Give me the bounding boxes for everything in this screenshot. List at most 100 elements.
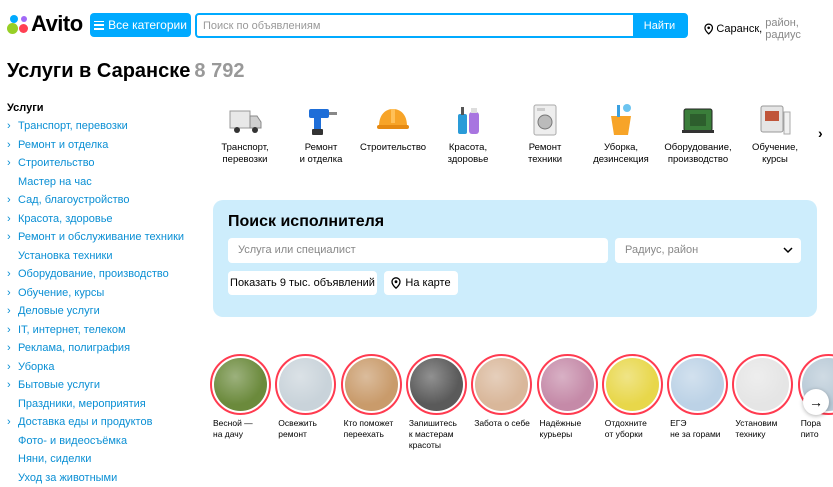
story-label-line: Освежить (278, 418, 317, 428)
category-tile[interactable]: Транспорт, перевозки (206, 102, 284, 166)
story-thumbnail (340, 354, 402, 415)
story-card[interactable]: Забота о себе (471, 354, 534, 429)
story-label: Запишитесь к мастерам красоты (406, 418, 469, 451)
category-tile[interactable]: Ремонт и отделка (282, 102, 360, 166)
sidebar-item[interactable]: › Ремонт и обслуживание техники (7, 228, 197, 247)
cosmetics-icon (450, 102, 486, 138)
chevron-right-icon: › (7, 342, 11, 354)
page-title: Услуги в Саранске 8 792 (7, 60, 244, 83)
sidebar-item-label: Доставка еды и продуктов (18, 416, 153, 428)
category-label-line: Обучение, (751, 142, 799, 153)
sidebar-item[interactable]: Установка техники (7, 247, 197, 266)
story-card[interactable]: Освежить ремонт (275, 354, 338, 440)
sidebar-item[interactable]: › Оборудование, производство (7, 265, 197, 284)
category-label: Транспорт, перевозки (206, 142, 284, 166)
story-thumbnail (471, 354, 533, 415)
category-tile[interactable]: Уборка, дезинсекция (582, 102, 660, 166)
sidebar-item[interactable]: Мастер на час (7, 173, 197, 192)
service-input[interactable]: Услуга или специалист (228, 238, 608, 263)
category-label: Оборудование, производство (659, 142, 737, 166)
story-label-line: на дачу (213, 429, 243, 439)
all-categories-button[interactable]: Все категории (90, 13, 191, 37)
sidebar-item-label: Обучение, курсы (18, 286, 105, 299)
sidebar-heading[interactable]: Услуги (7, 99, 197, 117)
sidebar-item[interactable]: › IT, интернет, телеком (7, 321, 197, 340)
category-label-line: техники (527, 154, 563, 165)
sidebar-item[interactable]: › Транспорт, перевозки (7, 117, 197, 136)
sidebar-item[interactable]: › Реклама, полиграфия (7, 339, 197, 358)
category-label-line: Ремонт (528, 142, 562, 153)
sidebar-item-label: Строительство (18, 157, 95, 169)
category-tile[interactable]: Обучение, курсы (736, 102, 814, 166)
sidebar-item[interactable]: Уход за животными (7, 469, 197, 487)
sidebar-item[interactable]: › Красота, здоровье (7, 210, 197, 229)
story-card[interactable]: Весной — на дачу (210, 354, 273, 440)
category-tile[interactable]: Оборудование, производство (659, 102, 737, 166)
chevron-down-icon (783, 238, 793, 273)
sidebar-item[interactable]: › Строительство (7, 154, 197, 173)
story-card[interactable]: Запишитесь к мастерам красоты (405, 354, 469, 451)
chevron-right-icon: › (7, 157, 11, 169)
sidebar-item[interactable]: › Сад, благоустройство (7, 191, 197, 210)
story-card[interactable]: Надёжные курьеры (536, 354, 600, 440)
sidebar-item[interactable]: › Доставка еды и продуктов (7, 413, 197, 432)
category-tile[interactable]: Строительство (354, 102, 432, 154)
sidebar-item-label: Бытовые услуги (18, 379, 101, 391)
radius-placeholder: Радиус, район (625, 244, 699, 256)
story-card[interactable]: Кто поможет переехать (340, 354, 404, 440)
category-label: Ремонт техники (506, 142, 584, 166)
chevron-right-icon: › (7, 120, 11, 132)
story-thumbnail (667, 354, 729, 415)
radius-select[interactable]: Радиус, район (615, 238, 801, 263)
story-card[interactable]: ЕГЭ не за горами (667, 354, 730, 440)
story-card[interactable]: Отдохните от уборки (601, 354, 665, 440)
search-button[interactable]: Найти (633, 15, 686, 36)
map-button[interactable]: На карте (384, 271, 458, 295)
sidebar-item-label: Фото- и видеосъёмка (18, 434, 128, 447)
all-categories-label: Все категории (108, 18, 187, 32)
story-label-line: Надёжные (539, 418, 582, 428)
sidebar-item-label: Праздники, мероприятия (18, 397, 146, 410)
story-card[interactable]: Установим технику (732, 354, 795, 440)
sidebar-item[interactable]: Фото- и видеосъёмка (7, 432, 197, 451)
sidebar-item[interactable]: › Ремонт и отделка (7, 136, 197, 155)
avito-logo[interactable]: Avito (7, 11, 83, 37)
sidebar-item[interactable]: › Деловые услуги (7, 302, 197, 321)
performer-search-title: Поиск исполнителя (228, 213, 385, 230)
sidebar-item-label: IT, интернет, телеком (18, 323, 126, 336)
chevron-right-icon[interactable]: › (818, 125, 823, 141)
story-thumbnail (405, 354, 467, 415)
category-label-line: перевозки (222, 154, 268, 165)
search-input[interactable] (197, 15, 633, 36)
sidebar-item-label: Красота, здоровье (18, 212, 113, 225)
chevron-right-icon: › (7, 138, 11, 151)
sidebar-item[interactable]: Праздники, мероприятия (7, 395, 197, 414)
arrow-right-icon[interactable]: → (803, 389, 829, 415)
chevron-right-icon: › (7, 286, 11, 299)
category-carousel: Транспорт, перевозки Ремонт и отделка Строит… (213, 102, 833, 172)
sidebar-item[interactable]: › Обучение, курсы (7, 284, 197, 303)
sidebar-item-label: Няни, сиделки (18, 453, 92, 465)
story-label-line: Запишитесь (408, 418, 457, 428)
story-label-line: Пора (800, 418, 821, 428)
sidebar-item[interactable]: › Бытовые услуги (7, 376, 197, 395)
chevron-right-icon: › (7, 231, 11, 243)
sidebar-item[interactable]: Няни, сиделки (7, 450, 197, 469)
story-label: Весной — на дачу (210, 418, 273, 440)
story-label: ЕГЭ не за горами (667, 418, 730, 440)
chevron-right-icon: › (7, 323, 11, 336)
chevron-right-icon: › (7, 268, 11, 280)
category-tile[interactable]: Ремонт техники (506, 102, 584, 166)
story-label-line: не за горами (670, 429, 721, 439)
sidebar-item[interactable]: › Уборка (7, 358, 197, 377)
location-selector[interactable]: Саранск, район, радиус (704, 17, 833, 41)
logo-dots-icon (7, 14, 29, 34)
story-thumbnail (601, 354, 663, 415)
show-listings-button[interactable]: Показать 9 тыс. объявлений (228, 271, 377, 295)
search-bar: Найти (195, 13, 688, 38)
category-tile[interactable]: Красота, здоровье (429, 102, 507, 166)
category-label-line: Строительство (359, 142, 427, 153)
sidebar-item-label: Транспорт, перевозки (18, 120, 128, 132)
truck-icon (227, 102, 263, 138)
category-label: Уборка, дезинсекция (582, 142, 660, 166)
